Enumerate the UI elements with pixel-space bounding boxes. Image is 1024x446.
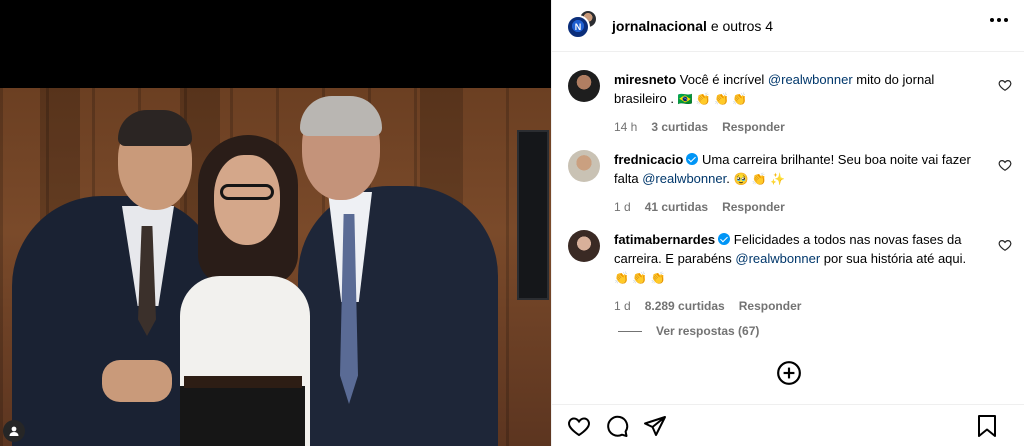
person-center-face bbox=[214, 155, 280, 245]
view-replies-label: Ver respostas (67) bbox=[656, 324, 760, 338]
instagram-post-view: N jornalnacional e outros 4 miresneto Vo… bbox=[0, 0, 1024, 446]
comments-list: miresneto Você é incrível @realwbonner m… bbox=[552, 52, 1024, 392]
comment-text: frednicacio Uma carreira brilhante! Seu … bbox=[614, 150, 979, 189]
comment-time[interactable]: 1 d bbox=[614, 198, 631, 217]
author-avatar-initials: N bbox=[574, 21, 582, 32]
comment-reply-button[interactable]: Responder bbox=[722, 118, 785, 137]
comment-meta: 1 d 8.289 curtidas Responder bbox=[614, 297, 979, 316]
comment-text: fatimabernardes Felicidades a todos nas … bbox=[614, 230, 979, 288]
comment-avatar[interactable] bbox=[568, 230, 600, 262]
save-icon[interactable] bbox=[974, 413, 1000, 439]
comment-emojis: 👏 👏 👏 bbox=[614, 271, 666, 285]
person-center-belt bbox=[184, 376, 302, 388]
person-center-glasses bbox=[220, 184, 274, 200]
verified-badge-icon bbox=[718, 233, 731, 245]
user-tag-icon[interactable] bbox=[3, 420, 25, 442]
comment-text-part: por sua história até aqui. bbox=[820, 251, 967, 266]
comment-icon[interactable] bbox=[604, 413, 630, 439]
post-actions-bar bbox=[552, 404, 1024, 446]
person-right-suit bbox=[298, 186, 498, 446]
comment-reply-button[interactable]: Responder bbox=[739, 297, 802, 316]
comment-item: miresneto Você é incrível @realwbonner m… bbox=[568, 70, 1012, 137]
comment-item: fatimabernardes Felicidades a todos nas … bbox=[568, 230, 1012, 316]
comment-reply-button[interactable]: Responder bbox=[722, 198, 785, 217]
comment-meta: 1 d 41 curtidas Responder bbox=[614, 198, 979, 217]
author-username[interactable]: jornalnacional bbox=[612, 18, 707, 34]
comment-avatar[interactable] bbox=[568, 70, 600, 102]
author-avatars[interactable]: N bbox=[566, 8, 600, 43]
comment-avatar[interactable] bbox=[568, 150, 600, 182]
comment-likes[interactable]: 41 curtidas bbox=[645, 198, 708, 217]
comment-text-part: Você é incrível bbox=[679, 72, 768, 87]
add-circle-icon[interactable] bbox=[776, 360, 802, 386]
comment-time[interactable]: 14 h bbox=[614, 118, 637, 137]
post-media[interactable] bbox=[0, 0, 551, 446]
comment-mention[interactable]: @realwbonner bbox=[768, 72, 853, 87]
comment-username[interactable]: fatimabernardes bbox=[614, 232, 715, 247]
background-screen bbox=[517, 130, 549, 300]
comment-body: fatimabernardes Felicidades a todos nas … bbox=[614, 230, 979, 316]
heart-icon[interactable] bbox=[998, 158, 1012, 172]
comment-time[interactable]: 1 d bbox=[614, 297, 631, 316]
person-right-hair bbox=[300, 96, 382, 136]
comment-emojis: 🥹 👏 ✨ bbox=[733, 172, 785, 186]
more-options-icon[interactable] bbox=[990, 18, 1008, 22]
person-center-pants bbox=[180, 386, 305, 446]
post-authors[interactable]: jornalnacional e outros 4 bbox=[612, 18, 773, 34]
comment-emojis: 🇧🇷 👏 👏 👏 bbox=[677, 92, 748, 106]
post-photo bbox=[0, 88, 551, 446]
comment-likes[interactable]: 8.289 curtidas bbox=[645, 297, 725, 316]
comment-mention[interactable]: @realwbonner bbox=[642, 171, 726, 186]
like-icon[interactable] bbox=[566, 413, 592, 439]
comment-body: frednicacio Uma carreira brilhante! Seu … bbox=[614, 150, 979, 217]
post-side-panel: N jornalnacional e outros 4 miresneto Vo… bbox=[551, 0, 1024, 446]
heart-icon[interactable] bbox=[998, 238, 1012, 252]
view-replies-button[interactable]: Ver respostas (67) bbox=[618, 324, 759, 338]
author-avatar: N bbox=[566, 14, 590, 39]
heart-icon[interactable] bbox=[998, 78, 1012, 92]
comment-username[interactable]: miresneto bbox=[614, 72, 676, 87]
comment-text: miresneto Você é incrível @realwbonner m… bbox=[614, 70, 979, 109]
post-header: N jornalnacional e outros 4 bbox=[552, 0, 1024, 52]
comment-meta: 14 h 3 curtidas Responder bbox=[614, 118, 979, 137]
comment-item: frednicacio Uma carreira brilhante! Seu … bbox=[568, 150, 1012, 217]
comment-body: miresneto Você é incrível @realwbonner m… bbox=[614, 70, 979, 137]
held-hands bbox=[102, 360, 172, 402]
share-icon[interactable] bbox=[642, 413, 668, 439]
person-left-hair bbox=[118, 110, 192, 146]
replies-divider bbox=[618, 330, 642, 332]
comment-mention[interactable]: @realwbonner bbox=[735, 251, 820, 266]
comment-username[interactable]: frednicacio bbox=[614, 152, 683, 167]
coauthors-link[interactable]: e outros 4 bbox=[711, 18, 773, 34]
verified-badge-icon bbox=[686, 153, 699, 165]
comment-likes[interactable]: 3 curtidas bbox=[651, 118, 708, 137]
